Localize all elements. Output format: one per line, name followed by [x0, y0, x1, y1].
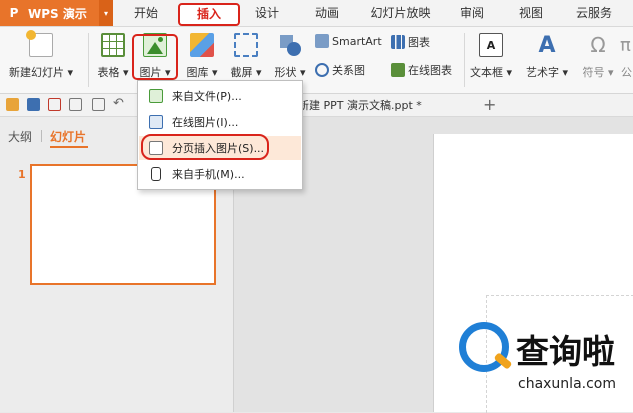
image-file-icon	[149, 89, 163, 103]
tab-insert[interactable]: 插入	[178, 3, 240, 26]
menu-item-label: 来自文件(P)...	[172, 90, 242, 103]
smartart-icon	[315, 34, 329, 48]
table-icon	[101, 33, 125, 57]
online-chart-button[interactable]: 在线图表	[391, 62, 452, 78]
tab-slideshow[interactable]: 幻灯片放映	[363, 4, 438, 22]
menu-item-label: 来自手机(M)...	[172, 168, 245, 181]
tab-review[interactable]: 审阅	[452, 4, 492, 22]
chart-button[interactable]: 图表	[391, 34, 430, 50]
wordart-label: 艺术字 ▾	[525, 66, 569, 79]
pi-icon: π	[620, 34, 631, 56]
phone-icon	[151, 167, 161, 181]
tab-view[interactable]: 视图	[511, 4, 551, 22]
save-icon[interactable]	[27, 98, 40, 111]
undo-icon[interactable]: ↶	[113, 96, 124, 111]
symbol-button[interactable]: Ω 符号 ▾	[580, 27, 616, 80]
relation-button[interactable]: 关系图	[315, 62, 365, 78]
ribbon-divider	[88, 33, 89, 87]
gallery-button[interactable]: 图库 ▾	[182, 27, 222, 80]
pdf-icon[interactable]	[48, 98, 61, 111]
online-chart-icon	[391, 63, 405, 77]
chevron-down-icon[interactable]: ▾	[99, 0, 113, 26]
tab-home[interactable]: 开始	[125, 4, 167, 22]
tab-design[interactable]: 设计	[246, 4, 288, 22]
tab-outline[interactable]: 大纲	[8, 128, 32, 145]
table-label: 表格 ▾	[97, 66, 129, 79]
chart-label: 图表	[408, 36, 430, 49]
scissors-icon	[234, 33, 258, 57]
wps-logo-icon: P	[9, 6, 19, 20]
table-button[interactable]: 表格 ▾	[94, 27, 132, 80]
tab-slides[interactable]: 幻灯片	[50, 128, 86, 145]
paged-insert-highlight-annotation	[141, 134, 269, 160]
tab-divider	[41, 130, 42, 142]
screenshot-label: 截屏 ▾	[230, 66, 262, 79]
tab-animation[interactable]: 动画	[306, 4, 348, 22]
watermark-text: 查询啦	[516, 332, 615, 371]
smartart-label: SmartArt	[332, 34, 382, 48]
shapes-button[interactable]: 形状 ▾	[270, 27, 310, 80]
app-menu-button[interactable]: P WPS 演示 ▾	[0, 0, 113, 26]
omega-icon: Ω	[590, 33, 606, 57]
new-slide-button[interactable]: 新建幻灯片 ▾	[6, 27, 76, 80]
watermark-url: chaxunla.com	[518, 376, 616, 392]
textbox-button[interactable]: A 文本框 ▾	[466, 27, 516, 80]
slide-number: 1	[18, 168, 26, 181]
menu-item-label: 在线图片(I)...	[172, 116, 239, 129]
textbox-label: 文本框 ▾	[469, 66, 513, 79]
online-chart-label: 在线图表	[408, 64, 452, 77]
gallery-label: 图库 ▾	[186, 66, 218, 79]
formula-button[interactable]: π 公	[620, 27, 633, 80]
shapes-icon	[278, 33, 302, 57]
smartart-button[interactable]: SmartArt	[315, 34, 382, 48]
app-name: WPS 演示	[28, 6, 87, 21]
print-icon[interactable]	[69, 98, 82, 111]
menu-item-online-picture[interactable]: 在线图片(I)...	[139, 110, 301, 134]
menu-item-from-phone[interactable]: 来自手机(M)...	[139, 162, 301, 186]
tab-cloud[interactable]: 云服务	[568, 4, 620, 22]
symbol-label: 符号 ▾	[582, 66, 614, 79]
online-image-icon	[149, 115, 163, 129]
textbox-icon: A	[479, 33, 503, 57]
document-tab[interactable]: 新建 PPT 演示文稿.ppt *	[298, 96, 422, 116]
chart-icon	[391, 35, 405, 49]
screenshot-button[interactable]: 截屏 ▾	[226, 27, 266, 80]
new-slide-icon	[26, 30, 53, 57]
new-slide-label: 新建幻灯片 ▾	[8, 66, 74, 79]
menu-item-from-file[interactable]: 来自文件(P)...	[139, 84, 301, 108]
shapes-label: 形状 ▾	[274, 66, 306, 79]
formula-label: 公	[621, 66, 632, 79]
gallery-icon	[190, 33, 214, 57]
ribbon-divider	[464, 33, 465, 87]
relation-label: 关系图	[332, 64, 365, 77]
print-preview-icon[interactable]	[92, 98, 105, 111]
open-folder-icon[interactable]	[6, 98, 19, 111]
wordart-button[interactable]: A 艺术字 ▾	[522, 27, 572, 80]
wordart-icon: A	[538, 32, 556, 58]
picture-highlight-annotation	[132, 34, 178, 80]
new-tab-button[interactable]: +	[483, 95, 496, 114]
relation-icon	[315, 63, 329, 77]
active-tab-underline	[50, 146, 88, 148]
